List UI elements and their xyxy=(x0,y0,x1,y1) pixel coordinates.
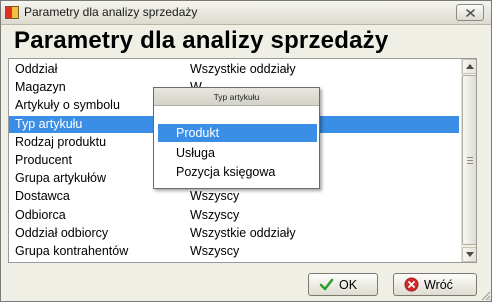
back-label: Wróć xyxy=(424,278,453,292)
window-title: Parametry dla analizy sprzedaży xyxy=(24,5,198,19)
row-label: Odbiorca xyxy=(15,207,66,222)
list-row[interactable]: Odbiorca Wszyscy xyxy=(9,207,459,224)
popup-title: Typ artykułu xyxy=(213,92,260,102)
list-row[interactable]: Dostawca Wszyscy xyxy=(9,188,459,205)
row-value: Wszyscy xyxy=(190,189,240,204)
checkmark-icon xyxy=(319,278,334,291)
row-label: Grupa kontrahentów xyxy=(15,244,129,258)
list-row[interactable]: Akwizytor Wszyscy xyxy=(9,261,459,263)
scroll-up-button[interactable] xyxy=(462,59,476,74)
resize-grip-icon[interactable] xyxy=(479,289,491,301)
row-value: Wszystkie oddziały xyxy=(190,62,296,76)
page-title: Parametry dla analizy sprzedaży xyxy=(14,27,389,54)
scroll-down-button[interactable] xyxy=(462,247,476,262)
grip-line xyxy=(467,157,473,158)
row-value: Wszystkie oddziały xyxy=(190,225,296,240)
list-row[interactable]: Oddział odbiorcy Wszystkie oddziały xyxy=(9,225,459,242)
row-label: Dostawca xyxy=(15,189,70,204)
popup-option[interactable]: Pozycja księgowa xyxy=(158,163,317,181)
arrow-down-icon xyxy=(466,252,474,257)
popup-option-label: Usługa xyxy=(176,145,215,160)
popup-option-label: Pozycja księgowa xyxy=(176,165,276,179)
arrow-up-icon xyxy=(466,64,474,69)
popup-option[interactable]: Usługa xyxy=(158,144,317,162)
list-row[interactable]: Oddział Wszystkie oddziały xyxy=(9,61,459,78)
dialog-window: Parametry dla analizy sprzedaży Parametr… xyxy=(0,0,492,302)
grip-line xyxy=(467,160,473,161)
row-label: Typ artykułu xyxy=(15,116,83,131)
app-icon xyxy=(5,6,19,19)
row-value: Wszyscy xyxy=(190,207,240,222)
popup-option-label: Produkt xyxy=(176,126,220,140)
row-label: Oddział xyxy=(15,62,58,76)
close-x-icon xyxy=(466,9,475,17)
row-value: Wszyscy xyxy=(190,244,240,258)
grip-line xyxy=(467,163,473,164)
close-button[interactable] xyxy=(456,4,484,21)
row-label: Akwizytor xyxy=(15,262,68,263)
scroll-thumb[interactable] xyxy=(462,75,476,245)
row-label: Oddział odbiorcy xyxy=(15,225,109,240)
vertical-scrollbar[interactable] xyxy=(461,59,476,262)
row-label: Artykuły o symbolu xyxy=(15,98,120,113)
row-value: Wszyscy xyxy=(190,262,239,263)
item-type-popup: Typ artykułu Produkt Usługa Pozycja księgo… xyxy=(153,87,320,189)
back-button[interactable]: Wróć xyxy=(393,273,477,296)
row-label: Producent xyxy=(15,153,72,167)
popup-header: Typ artykułu xyxy=(154,88,319,106)
row-label: Grupa artykułów xyxy=(15,171,107,186)
list-row[interactable]: Grupa kontrahentów Wszyscy xyxy=(9,243,459,260)
row-label: Magazyn xyxy=(15,80,66,95)
ok-button[interactable]: OK xyxy=(308,273,378,296)
row-label: Rodzaj produktu xyxy=(15,134,107,149)
cancel-icon xyxy=(404,277,419,292)
popup-option[interactable]: Produkt xyxy=(158,124,317,142)
title-bar[interactable]: Parametry dla analizy sprzedaży xyxy=(1,1,491,25)
ok-label: OK xyxy=(339,278,358,292)
